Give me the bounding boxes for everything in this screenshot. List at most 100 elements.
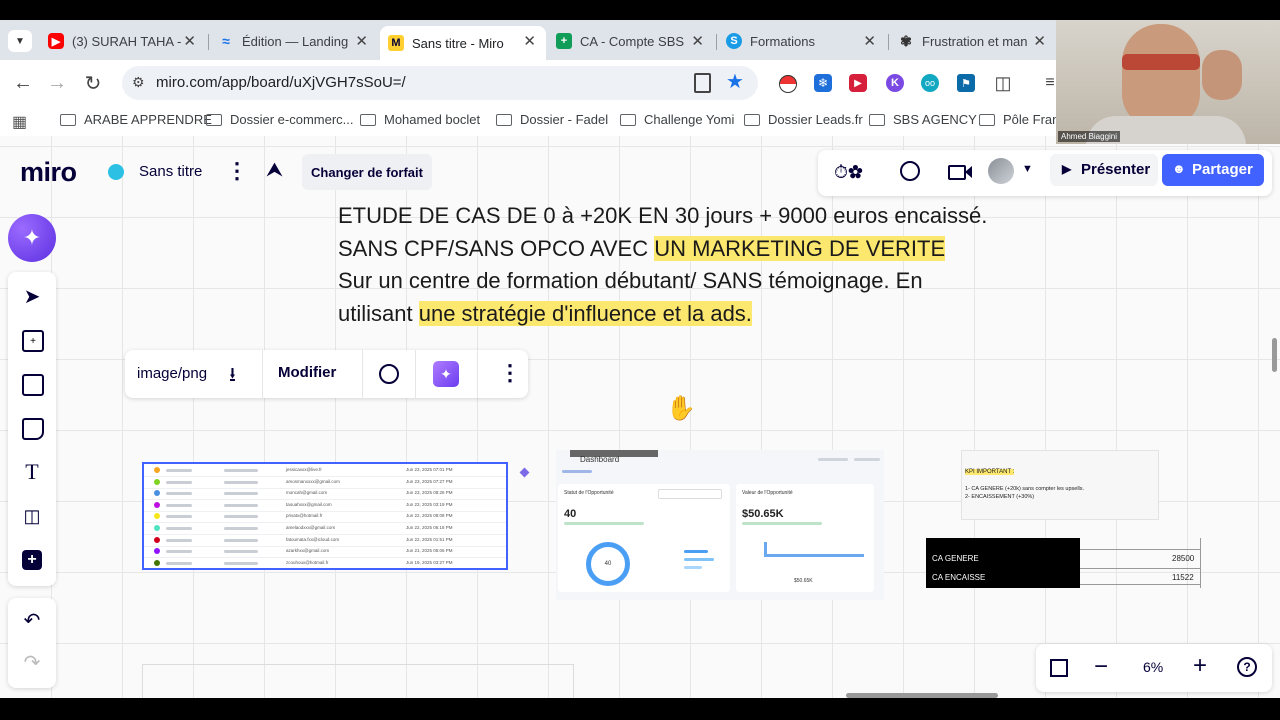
frame-layout-icon[interactable] (22, 374, 44, 396)
extension-purple-icon[interactable]: K (886, 74, 904, 92)
select-cursor-icon[interactable]: ➤ (20, 284, 44, 308)
upload-export-icon[interactable]: ⮝ (266, 159, 283, 182)
bookmark-folder[interactable]: Dossier e-commerc... (206, 112, 354, 127)
tab-formations[interactable]: S Formations ✕ (718, 26, 886, 56)
close-icon[interactable]: ✕ (183, 32, 196, 50)
board-frame[interactable] (142, 664, 574, 698)
tab-youtube[interactable]: ▶ (3) SURAH TAHA - ✕ (40, 26, 206, 56)
kpi-note[interactable]: KPI IMPORTANT : 1- CA GENERE (+20k) sans… (961, 450, 1159, 520)
tab-sheets[interactable]: + CA - Compte SBS ✕ (548, 26, 714, 56)
back-icon[interactable]: ← (10, 70, 36, 96)
tab-landing[interactable]: ≈ Édition — Landing ✕ (210, 26, 378, 56)
bookmark-star-icon[interactable]: ★ (726, 69, 744, 94)
contacts-screenshot-image[interactable]: jessicaxxx@live.fr Jun 23, 2025 07:01 PM a… (142, 462, 508, 570)
bookmark-folder[interactable]: ARABE APPRENDRE (60, 112, 212, 127)
revenue-table[interactable]: CA GENERE 28500 CA ENCAISSE 11522 (926, 538, 1226, 588)
contact-email: jessicaxxx@live.fr (286, 467, 322, 472)
url-text[interactable]: miro.com/app/board/uXjVGH7sSoU=/ (156, 74, 406, 91)
zoom-in-icon[interactable]: + (1193, 652, 1207, 680)
bookmark-folder[interactable]: Dossier - Fadel (496, 112, 608, 127)
chevron-down-icon[interactable]: ▼ (1022, 163, 1033, 175)
upgrade-plan-button[interactable]: Changer de forfait (302, 154, 432, 190)
table-row-label: CA GENERE (932, 554, 979, 563)
miro-board-canvas[interactable]: miro Sans titre ⋮ ⮝ Changer de forfait ⏱… (0, 136, 1280, 698)
close-icon[interactable]: ✕ (863, 32, 876, 50)
bookmark-folder[interactable]: SBS AGENCY (869, 112, 977, 127)
apps-grid-icon[interactable]: ▦ (12, 112, 27, 132)
zoom-out-icon[interactable]: − (1094, 653, 1108, 681)
text-tool-icon[interactable]: T (20, 459, 44, 484)
participant-name: Ahmed Biaggini (1058, 131, 1121, 142)
bookmark-folder[interactable]: Mohamed boclet (360, 112, 480, 127)
extension-teal-icon[interactable]: oo (921, 74, 939, 92)
card-title: Valeur de l'Opportunité (742, 490, 793, 496)
board-name[interactable]: Sans titre (139, 163, 202, 180)
card-title: Statut de l'Opportunité (564, 490, 614, 496)
tab-title: CA - Compte SBS (580, 33, 685, 49)
case-study-text[interactable]: ETUDE DE CAS DE 0 à +20K EN 30 jours + 9… (338, 200, 1018, 330)
horizontal-scrollbar[interactable] (846, 693, 998, 698)
bookmark-folder[interactable]: Challenge Yomi (620, 112, 734, 127)
avatar[interactable] (988, 158, 1014, 184)
help-icon[interactable]: ? (1237, 657, 1257, 677)
close-icon[interactable]: ✕ (1033, 32, 1046, 50)
board-menu-icon[interactable]: ⋮ (226, 158, 248, 184)
forward-icon[interactable]: → (44, 70, 70, 96)
clipboard-icon[interactable] (694, 73, 711, 93)
kpi-line-1: 1- CA GENERE (+20k) sans compter les ups… (965, 486, 1085, 492)
contact-phone-redacted (224, 492, 258, 496)
miro-logo[interactable]: miro (20, 157, 77, 188)
person-head (1122, 24, 1200, 128)
contact-email: moncah@gmail.com (286, 490, 328, 496)
more-options-icon[interactable]: ⋮ (499, 360, 521, 386)
close-icon[interactable]: ✕ (355, 32, 368, 50)
tab-title: Frustration et man (922, 33, 1028, 49)
more-tools-icon[interactable]: + (22, 550, 42, 570)
extensions-puzzle-icon[interactable]: ◫ (992, 72, 1014, 94)
tab-chatgpt[interactable]: ✾ Frustration et man ✕ (890, 26, 1056, 56)
board-header: miro Sans titre ⋮ ⮝ Changer de forfait (8, 148, 440, 196)
edit-button[interactable]: Modifier (278, 364, 336, 381)
folder-icon (496, 113, 512, 126)
contact-name-redacted (166, 561, 192, 565)
site-settings-icon[interactable]: ⚙ (132, 74, 145, 91)
close-icon[interactable]: ✕ (523, 32, 536, 50)
extension-flag-icon[interactable]: ⚑ (957, 74, 975, 92)
vertical-scrollbar[interactable] (1272, 338, 1277, 372)
redo-icon[interactable]: ↷ (20, 650, 44, 674)
fit-to-screen-icon[interactable] (1050, 659, 1068, 677)
left-toolbar: ➤ + T ◫ + (8, 272, 56, 586)
extension-blue-icon[interactable]: ❄ (814, 74, 832, 92)
headline-line-4: utilisant une stratégie d'influence et l… (338, 300, 752, 326)
donut-label: 40 (604, 561, 612, 567)
bookmark-folder[interactable]: Dossier Leads.fr (744, 112, 863, 127)
undo-icon[interactable]: ↶ (20, 608, 44, 632)
close-icon[interactable]: ✕ (691, 32, 704, 50)
reload-icon[interactable]: ↻ (80, 70, 106, 96)
ai-sparkle-icon[interactable]: ✦ (433, 361, 459, 387)
chart-footer: $50.65K (794, 578, 813, 584)
share-button[interactable]: ☻ Partager (1162, 154, 1264, 186)
address-bar[interactable]: ⚙ miro.com/app/board/uXjVGH7sSoU=/ ★ (122, 66, 758, 100)
contact-phone-redacted (224, 503, 258, 507)
contact-email: amelaodxxx@gmail.com (286, 525, 336, 530)
download-icon[interactable]: ⭳ (229, 360, 236, 394)
hand-cursor-icon: ✋ (666, 395, 696, 422)
resize-handle[interactable] (519, 467, 530, 478)
templates-icon[interactable]: + (22, 330, 44, 352)
tab-search-dropdown[interactable]: ▼ (8, 30, 32, 52)
zoom-level[interactable]: 6% (1143, 659, 1163, 675)
comment-icon[interactable] (379, 364, 399, 384)
sticky-note-icon[interactable] (22, 418, 44, 440)
comments-icon[interactable] (900, 161, 920, 181)
extension-red-icon[interactable]: ▶ (849, 74, 867, 92)
bookmark-folder[interactable]: Pôle Franc (979, 112, 1066, 127)
shapes-icon[interactable]: ◫ (20, 504, 44, 528)
reactions-icon[interactable]: ⏱✿ (834, 162, 863, 183)
pokeball-extension-icon[interactable] (779, 75, 797, 93)
video-call-icon[interactable] (948, 165, 966, 180)
present-button[interactable]: ▶ Présenter (1050, 154, 1158, 186)
ai-assist-button[interactable]: ✦ (8, 214, 56, 262)
dashboard-screenshot-image[interactable]: Dashboard Statut de l'Opportunité 40 40 … (556, 450, 884, 600)
tab-miro[interactable]: M Sans titre - Miro ✕ (380, 26, 546, 60)
